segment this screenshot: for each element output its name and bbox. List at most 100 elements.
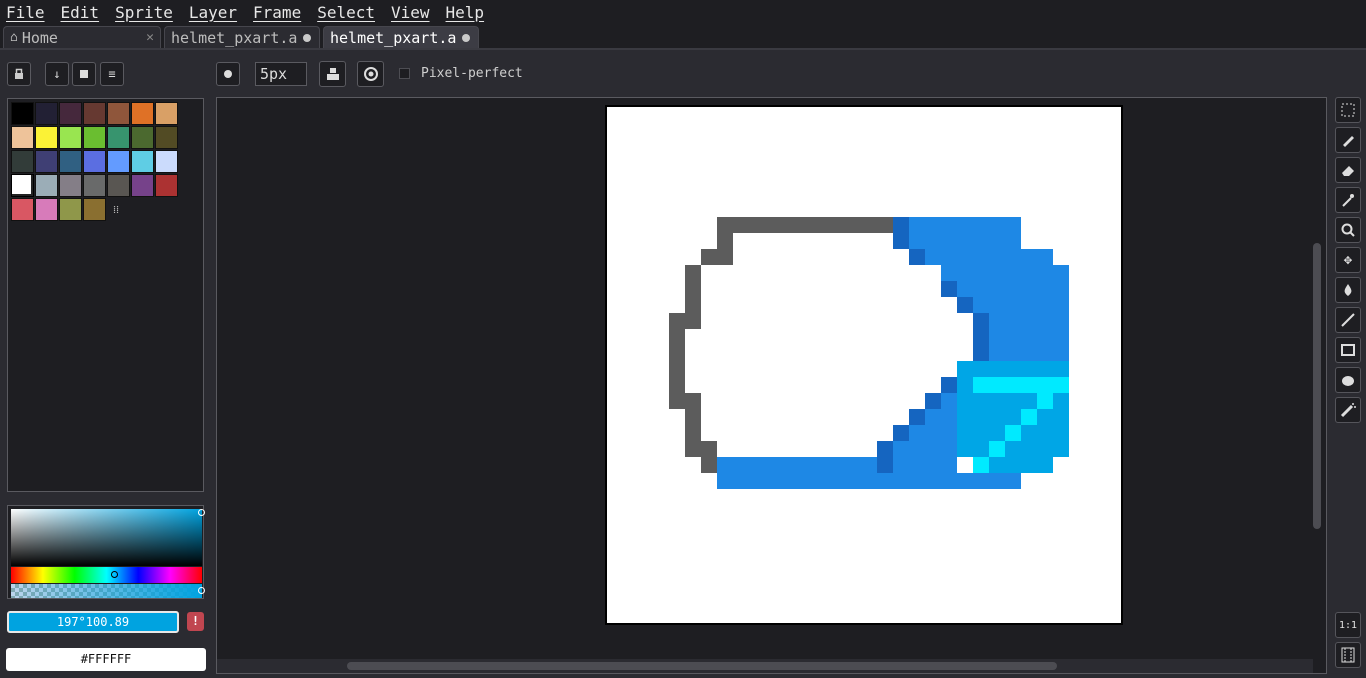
menu-file[interactable]: File [0,3,53,22]
helmet-pixel [941,265,1069,281]
palette-swatch[interactable] [35,126,58,149]
hue-slider[interactable] [11,567,202,583]
menu-help[interactable]: Help [438,3,493,22]
spray-icon[interactable] [1335,397,1361,423]
palette-swatch[interactable] [35,198,58,221]
rectangle-icon[interactable] [1335,337,1361,363]
tool-column: ✥ 1:1 [1332,95,1366,678]
hue-marker[interactable] [111,571,118,578]
palette-swatch[interactable] [35,102,58,125]
alpha-marker[interactable] [198,587,205,594]
eraser-icon[interactable] [1335,157,1361,183]
palette-swatch[interactable] [11,102,34,125]
ink-icon[interactable] [319,61,346,87]
line-icon[interactable] [1335,307,1361,333]
lock-icon[interactable] [7,62,31,86]
menu-edit[interactable]: Edit [53,3,108,22]
palette-swatch[interactable] [83,174,106,197]
palette-swatch[interactable] [155,102,178,125]
outline-pixel [717,217,893,233]
tab-label: helmet_pxart.a [171,28,298,47]
helmet-pixel [893,425,909,441]
palette-down-icon[interactable]: ↓ [45,62,69,86]
palette-swatch[interactable] [11,126,34,149]
zoom-icon[interactable] [1335,217,1361,243]
menubar: File Edit Sprite Layer Frame Select View Help [0,0,1366,24]
zoom-reset-button[interactable]: 1:1 [1335,612,1361,638]
outline-pixel [701,441,717,473]
menu-frame[interactable]: Frame [245,3,309,22]
palette-swatch[interactable] [83,126,106,149]
palette-swatch[interactable] [11,198,34,221]
horizontal-scrollbar[interactable] [347,662,1057,670]
palette-swatch[interactable] [83,150,106,173]
palette-swatch[interactable] [83,198,106,221]
palette-save-icon[interactable] [72,62,96,86]
palette-swatch[interactable] [83,102,106,125]
close-icon[interactable]: ✕ [138,30,154,45]
sv-marker[interactable] [198,509,205,516]
brush-size-field[interactable]: 5px [255,62,307,86]
timeline-icon[interactable] [1335,642,1361,668]
palette-swatch[interactable] [107,126,130,149]
palette-swatch[interactable] [155,174,178,197]
outline-pixel [669,329,685,409]
palette-swatch[interactable] [11,150,34,173]
helmet-pixel [973,297,1069,313]
palette-swatch[interactable] [59,102,82,125]
modified-dot-icon[interactable] [462,33,471,42]
warning-icon[interactable]: ! [187,612,204,631]
palette-swatch[interactable] [35,174,58,197]
tab-helmet-1[interactable]: helmet_pxart.a [164,26,320,48]
palette-swatch[interactable] [59,126,82,149]
palette-swatch[interactable] [59,150,82,173]
palette-swatch[interactable] [107,174,130,197]
palette-swatch[interactable] [155,150,178,173]
home-icon: ⌂ [10,30,18,45]
palette-swatch[interactable] [59,198,82,221]
marquee-icon[interactable] [1335,97,1361,123]
hex-color-field[interactable]: #FFFFFF [6,648,206,671]
paint-bucket-icon[interactable] [1335,277,1361,303]
palette-swatch[interactable] [35,150,58,173]
palette-swatch[interactable] [11,174,34,197]
palette-swatch[interactable] [107,150,130,173]
visor-highlight [1021,409,1037,425]
saturation-value-box[interactable] [11,509,202,566]
outline-pixel [669,313,701,329]
pixel-perfect-checkbox[interactable] [399,68,410,79]
palette-swatch[interactable] [107,102,130,125]
palette-swatch[interactable] [59,174,82,197]
eyedropper-icon[interactable] [1335,187,1361,213]
outline-pixel [701,249,733,265]
helmet-pixel [957,297,973,313]
menu-select[interactable]: Select [309,3,383,22]
blob-icon[interactable] [1335,367,1361,393]
menu-layer[interactable]: Layer [181,3,245,22]
tab-home[interactable]: ⌂ Home ✕ [3,26,161,48]
palette-swatch[interactable] [131,150,154,173]
palette-swatch[interactable] [131,126,154,149]
palette-swatch[interactable] [131,174,154,197]
pencil-icon[interactable] [1335,127,1361,153]
vertical-scrollbar[interactable] [1313,243,1321,529]
tab-helmet-2[interactable]: helmet_pxart.a [323,26,479,48]
helmet-pixel [717,473,1021,489]
palette-swatch[interactable] [155,126,178,149]
brush-type-icon[interactable] [216,62,240,86]
menu-sprite[interactable]: Sprite [107,3,181,22]
palette-menu-icon[interactable]: ≡ [100,62,124,86]
modified-dot-icon[interactable] [303,33,312,42]
palette-resize-grip[interactable]: ⁞⁞ [113,203,119,216]
sprite-canvas[interactable] [605,105,1123,625]
alpha-slider[interactable] [11,584,202,598]
brush-pattern-icon[interactable] [357,61,384,87]
helmet-pixel [973,313,989,361]
visor-highlight [1005,425,1021,441]
helmet-sprite [669,217,1069,489]
palette-swatch[interactable] [131,102,154,125]
move-icon[interactable]: ✥ [1335,247,1361,273]
helmet-pixel [925,249,1053,265]
menu-view[interactable]: View [383,3,438,22]
hsv-value-field[interactable]: 197°100.89 [7,611,179,633]
